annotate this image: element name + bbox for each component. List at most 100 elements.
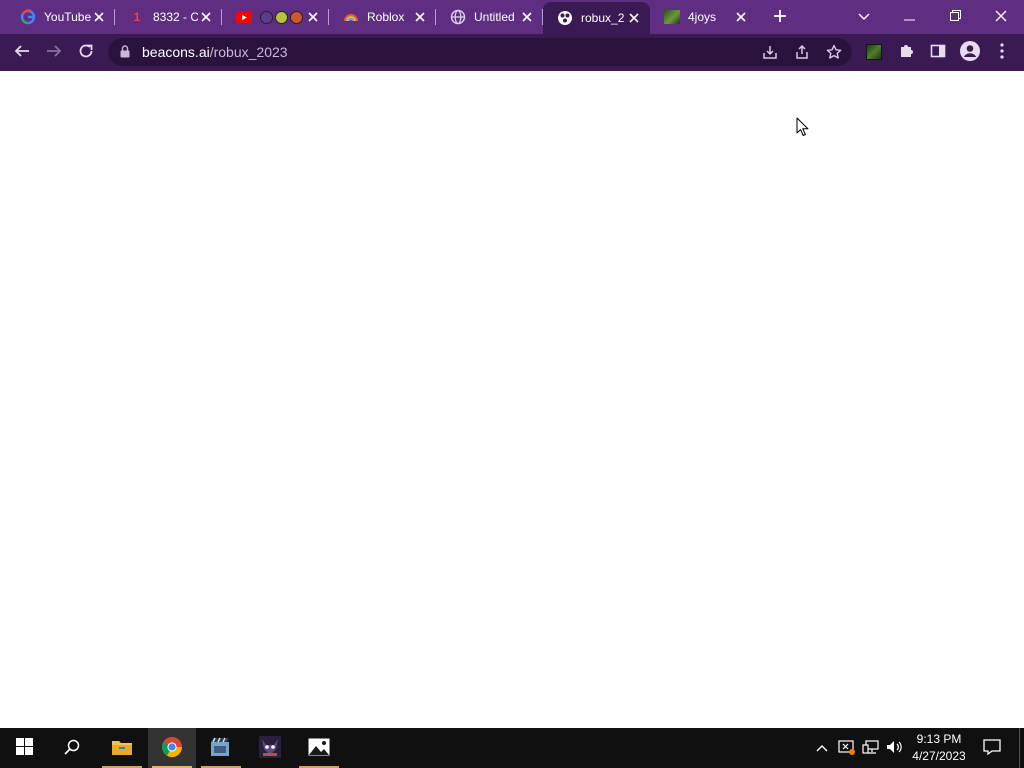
file-explorer-button[interactable]: [98, 728, 146, 768]
speaker-icon: [886, 739, 904, 758]
tab-title: YouTube: [44, 10, 91, 24]
chevron-up-icon: [816, 741, 828, 755]
restore-button[interactable]: [932, 0, 978, 34]
plus-icon: [773, 9, 787, 26]
extension-button[interactable]: [860, 38, 888, 66]
search-icon: [64, 739, 80, 758]
tab-title: Untitled: [474, 10, 515, 24]
chrome-icon: [161, 736, 183, 761]
beacons-icon: [557, 10, 573, 26]
close-tab-icon[interactable]: [305, 9, 321, 25]
nitw-icon: [259, 735, 281, 761]
extension-thumbnail-icon: [866, 44, 882, 60]
start-icon: [15, 738, 33, 758]
mask-icon: [290, 10, 303, 24]
browser-menu-button[interactable]: [988, 38, 1016, 66]
forward-button[interactable]: [40, 38, 68, 66]
restore-icon: [949, 10, 961, 24]
tray-app-button[interactable]: [836, 728, 858, 768]
tab-title: 4joys: [688, 10, 717, 24]
thumbnail-icon: [664, 9, 680, 25]
extensions-menu-button[interactable]: [892, 38, 920, 66]
tab-roblox[interactable]: Roblox: [329, 0, 436, 34]
window-controls: [842, 0, 1024, 34]
tab-title: 8332 - C: [153, 10, 198, 24]
tab-strip: YouTube 1 8332 - C Roblox Untitled robux…: [0, 0, 1024, 34]
clock-time: 9:13 PM: [916, 732, 962, 746]
tab-robux-2023[interactable]: robux_2: [543, 2, 650, 34]
network-icon: [862, 739, 880, 758]
notification-icon: [983, 738, 1001, 758]
url-text: beacons.ai/robux_2023: [142, 38, 288, 66]
tab-youtube-search[interactable]: YouTube: [0, 0, 115, 34]
page-viewport[interactable]: [0, 71, 1024, 728]
tray-app-icon: [838, 739, 856, 758]
kebab-menu-icon: [1000, 42, 1004, 62]
google-icon: [20, 9, 36, 25]
taskbar-clock[interactable]: 9:13 PM 4/27/2023: [904, 731, 974, 765]
file-explorer-icon: [111, 738, 133, 759]
close-tab-icon[interactable]: [519, 9, 535, 25]
roblox-icon: [343, 9, 359, 25]
clock-date: 4/27/2023: [912, 749, 966, 763]
show-desktop-button[interactable]: [1019, 728, 1024, 768]
address-bar[interactable]: beacons.ai/robux_2023: [108, 38, 852, 66]
back-arrow-icon: [14, 43, 30, 62]
close-tab-icon[interactable]: [626, 10, 642, 26]
url-host: beacons.ai: [142, 44, 210, 60]
tab-youtube-video[interactable]: [222, 0, 329, 34]
windows-taskbar: 9:13 PM 4/27/2023: [0, 728, 1024, 768]
minimize-icon: [903, 10, 915, 24]
minimize-button[interactable]: [886, 0, 932, 34]
side-panel-icon: [930, 43, 946, 62]
close-tab-icon[interactable]: [198, 9, 214, 25]
tab-4joys[interactable]: 4joys: [650, 0, 757, 34]
video-editor-icon: [210, 737, 232, 760]
mask-icon: [260, 10, 273, 24]
back-button[interactable]: [8, 38, 36, 66]
start-button[interactable]: [0, 728, 48, 768]
tab-search-button[interactable]: [842, 0, 886, 34]
chrome-taskbar-button[interactable]: [148, 728, 196, 768]
tab-icon-text: 1: [133, 10, 141, 24]
profile-button[interactable]: [956, 38, 984, 66]
tab-title: Roblox: [367, 10, 405, 24]
network-button[interactable]: [860, 728, 882, 768]
youtube-icon: [236, 9, 252, 25]
bookmark-star-icon[interactable]: [824, 42, 844, 62]
forward-arrow-icon: [46, 43, 62, 62]
reload-button[interactable]: [72, 38, 100, 66]
tab-untitled[interactable]: Untitled: [436, 0, 543, 34]
close-icon: [995, 10, 1007, 25]
tab-8332[interactable]: 1 8332 - C: [115, 0, 222, 34]
close-window-button[interactable]: [978, 0, 1024, 34]
side-panel-button[interactable]: [924, 38, 952, 66]
puzzle-piece-icon: [898, 43, 914, 62]
chevron-down-icon: [858, 10, 870, 24]
share-icon[interactable]: [792, 42, 812, 62]
mask-icon: [275, 10, 288, 24]
globe-icon: [450, 9, 466, 25]
tab-title: robux_2: [581, 11, 625, 25]
new-tab-button[interactable]: [765, 0, 795, 34]
number-one-icon: 1: [129, 9, 145, 25]
install-app-icon[interactable]: [760, 42, 780, 62]
close-tab-icon[interactable]: [91, 9, 107, 25]
volume-button[interactable]: [884, 728, 906, 768]
mouse-cursor-icon: [796, 117, 809, 140]
tab-list: YouTube 1 8332 - C Roblox Untitled robux…: [0, 0, 795, 34]
browser-toolbar: beacons.ai/robux_2023: [0, 34, 1024, 70]
video-editor-button[interactable]: [197, 728, 245, 768]
action-center-button[interactable]: [980, 728, 1004, 768]
close-tab-icon[interactable]: [733, 9, 749, 25]
url-path: /robux_2023: [209, 44, 288, 60]
close-tab-icon[interactable]: [412, 9, 428, 25]
avatar-icon: [959, 40, 981, 65]
photos-icon: [308, 738, 330, 759]
search-button[interactable]: [48, 728, 96, 768]
show-hidden-icons-button[interactable]: [812, 728, 832, 768]
tab-thumbnails: [260, 10, 305, 24]
photos-button[interactable]: [295, 728, 343, 768]
lock-icon[interactable]: [120, 45, 130, 61]
nitw-button[interactable]: [246, 728, 294, 768]
